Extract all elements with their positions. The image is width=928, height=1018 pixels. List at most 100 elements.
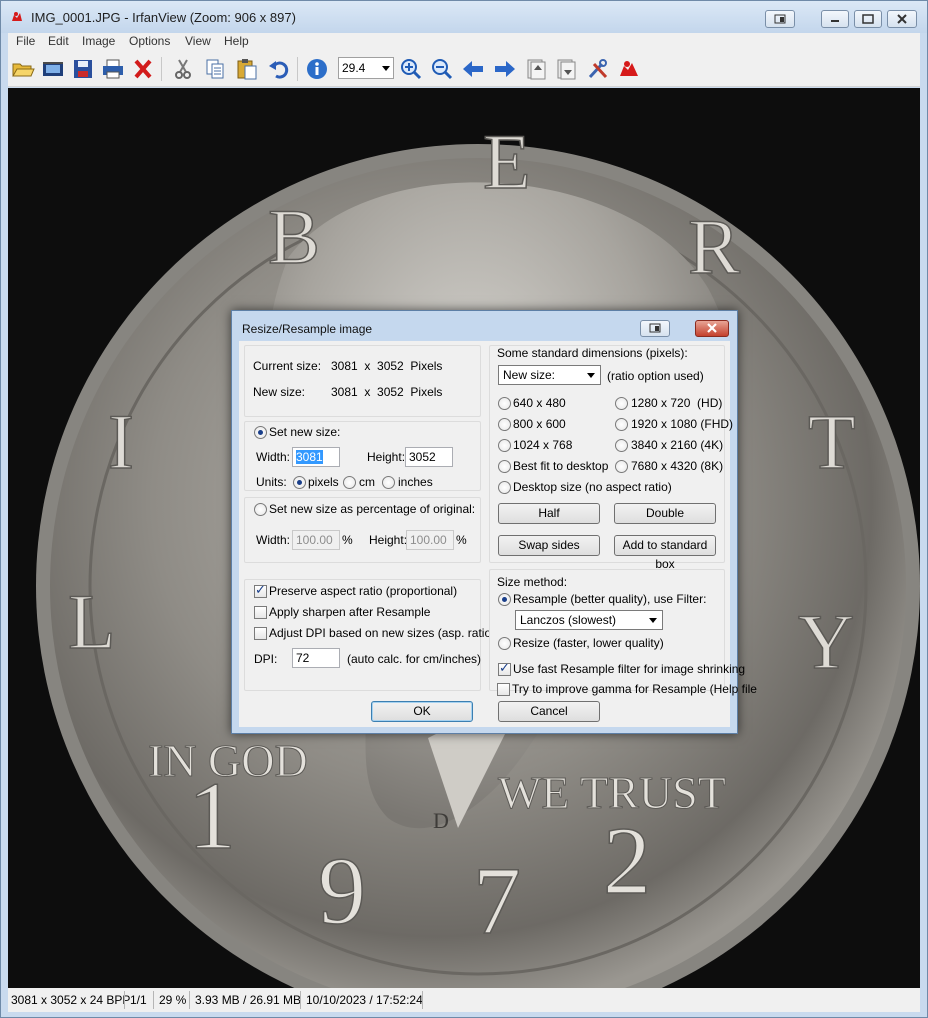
- new-size-combo-value: New size:: [503, 368, 556, 382]
- chevron-down-icon: [382, 66, 390, 71]
- std-1024-radio[interactable]: [498, 439, 511, 452]
- std-bestfit-radio[interactable]: [498, 460, 511, 473]
- irfanview-icon[interactable]: [616, 57, 642, 81]
- apply-sharpen-checkbox[interactable]: [254, 606, 267, 619]
- settings-icon[interactable]: [585, 57, 611, 81]
- new-size-value: 3081 x 3052 Pixels: [331, 385, 443, 399]
- current-size-value: 3081 x 3052 Pixels: [331, 359, 443, 373]
- filter-value: Lanczos (slowest): [520, 613, 617, 627]
- print-icon[interactable]: [100, 57, 126, 81]
- menu-help[interactable]: Help: [224, 34, 249, 48]
- cut-icon[interactable]: [170, 57, 196, 81]
- width-value: 3081: [296, 450, 323, 464]
- next-icon[interactable]: [492, 57, 518, 81]
- std-dims-label: Some standard dimensions (pixels):: [497, 346, 688, 360]
- minimize-icon: [831, 20, 839, 22]
- desktop-size-radio[interactable]: [498, 481, 511, 494]
- std-800-label: 800 x 600: [513, 417, 566, 431]
- close-button[interactable]: [887, 10, 917, 28]
- height-input[interactable]: 3052: [405, 447, 453, 467]
- paste-icon[interactable]: [234, 57, 260, 81]
- pct-height-label: Height:: [369, 533, 408, 547]
- zoom-in-icon[interactable]: [398, 57, 424, 81]
- slideshow-icon[interactable]: [40, 57, 66, 81]
- title-bar[interactable]: IMG_0001.JPG - IrfanView (Zoom: 906 x 89…: [1, 1, 927, 33]
- new-size-combobox[interactable]: New size:: [498, 365, 601, 385]
- zoom-combobox[interactable]: 29.4: [338, 57, 394, 79]
- restore-snap-button[interactable]: [765, 10, 795, 28]
- cancel-button[interactable]: Cancel: [498, 701, 600, 722]
- coin-letter-B: B: [268, 193, 320, 280]
- size-method-group: Size method: Resample (better quality), …: [489, 569, 745, 691]
- width-input[interactable]: 3081: [292, 447, 340, 467]
- half-button[interactable]: Half: [498, 503, 600, 524]
- info-icon[interactable]: [304, 57, 330, 81]
- resample-radio[interactable]: [498, 593, 511, 606]
- page-up-icon[interactable]: [523, 57, 549, 81]
- dpi-label: DPI:: [254, 652, 278, 666]
- copy-icon[interactable]: [202, 57, 228, 81]
- dpi-input[interactable]: 72: [292, 648, 340, 668]
- preserve-aspect-checkbox[interactable]: [254, 583, 267, 598]
- std-640-label: 640 x 480: [513, 396, 566, 410]
- coin-year-7: 7: [473, 847, 521, 954]
- dpi-value: 72: [296, 651, 310, 665]
- coin-letter-E: E: [483, 118, 531, 205]
- menu-edit[interactable]: Edit: [48, 34, 69, 48]
- swap-sides-button[interactable]: Swap sides: [498, 535, 600, 556]
- menu-options[interactable]: Options: [129, 34, 170, 48]
- menu-file[interactable]: File: [16, 34, 35, 48]
- status-divider: [300, 991, 301, 1009]
- units-inches-radio[interactable]: [382, 476, 395, 489]
- toolbar: 29.4: [8, 51, 920, 87]
- std-1920-label: 1920 x 1080 (FHD): [631, 417, 734, 431]
- window-title: IMG_0001.JPG - IrfanView (Zoom: 906 x 89…: [31, 10, 296, 25]
- snap-icon: [774, 14, 786, 24]
- status-divider: [124, 991, 125, 1009]
- units-label: Units:: [256, 475, 287, 489]
- dialog-snap-button[interactable]: [640, 320, 670, 337]
- status-dimensions: 3081 x 3052 x 24 BPP: [11, 993, 131, 1007]
- page-down-icon[interactable]: [553, 57, 579, 81]
- resize-dialog: Resize/Resample image Current size: 3081…: [231, 310, 757, 734]
- menu-image[interactable]: Image: [82, 34, 115, 48]
- units-cm-radio[interactable]: [343, 476, 356, 489]
- std-1280-radio[interactable]: [615, 397, 628, 410]
- dialog-close-button[interactable]: [695, 320, 729, 337]
- status-divider: [153, 991, 154, 1009]
- coin-mint-mark: D: [433, 808, 449, 833]
- double-button[interactable]: Double: [614, 503, 716, 524]
- std-800-radio[interactable]: [498, 418, 511, 431]
- open-folder-icon[interactable]: [10, 57, 36, 81]
- std-640-radio[interactable]: [498, 397, 511, 410]
- improve-gamma-checkbox[interactable]: [497, 683, 510, 696]
- ok-button[interactable]: OK: [371, 701, 473, 722]
- set-new-size-radio[interactable]: [254, 426, 267, 439]
- std-7680-radio[interactable]: [615, 460, 628, 473]
- maximize-button[interactable]: [854, 10, 882, 28]
- status-zoom: 29 %: [159, 993, 187, 1007]
- delete-icon[interactable]: [130, 57, 156, 81]
- units-pixels-radio[interactable]: [293, 476, 306, 489]
- zoom-out-icon[interactable]: [429, 57, 455, 81]
- current-size-label: Current size:: [253, 359, 322, 373]
- pct-height-input[interactable]: 100.00: [406, 530, 454, 550]
- std-1920-radio[interactable]: [615, 418, 628, 431]
- pct-width-input[interactable]: 100.00: [292, 530, 340, 550]
- coin-year-2: 2: [603, 807, 651, 914]
- add-to-standard-button[interactable]: Add to standard box: [614, 535, 716, 571]
- fast-resample-checkbox[interactable]: [498, 661, 511, 676]
- percentage-radio[interactable]: [254, 503, 267, 516]
- menu-view[interactable]: View: [185, 34, 211, 48]
- previous-icon[interactable]: [460, 57, 486, 81]
- size-method-label: Size method:: [497, 575, 568, 589]
- save-icon[interactable]: [70, 57, 96, 81]
- resize-radio[interactable]: [498, 637, 511, 650]
- adjust-dpi-label: Adjust DPI based on new sizes (asp. rati…: [269, 626, 496, 640]
- coin-letter-I: I: [108, 398, 134, 485]
- undo-icon[interactable]: [266, 57, 292, 81]
- std-3840-radio[interactable]: [615, 439, 628, 452]
- adjust-dpi-checkbox[interactable]: [254, 627, 267, 640]
- minimize-button[interactable]: [821, 10, 849, 28]
- filter-combobox[interactable]: Lanczos (slowest): [515, 610, 663, 630]
